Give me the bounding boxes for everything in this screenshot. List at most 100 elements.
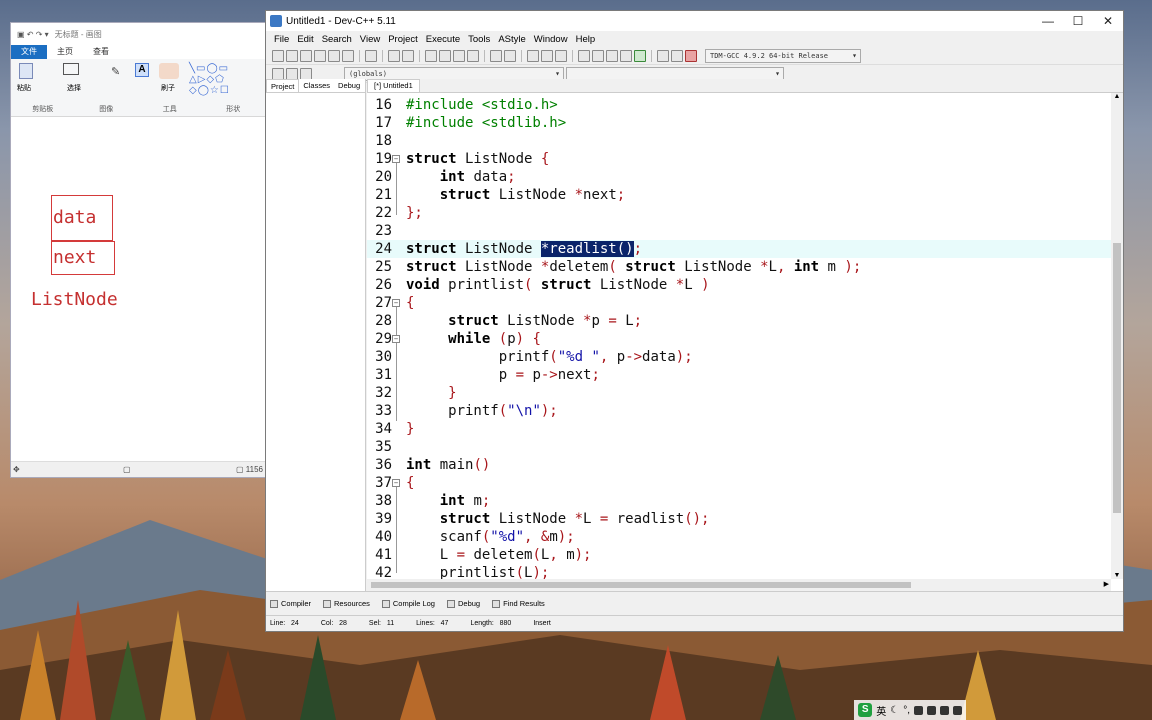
profile-icon[interactable]	[671, 49, 683, 62]
tab-file[interactable]: 文件	[11, 45, 47, 59]
horizontal-scrollbar[interactable]: ▶	[367, 579, 1111, 591]
code-line[interactable]: 40 scanf("%d", &m);	[367, 528, 1111, 546]
tab-find-results[interactable]: Find Results	[492, 599, 545, 608]
menu-execute[interactable]: Execute	[422, 34, 464, 45]
code-line[interactable]: 22};	[367, 204, 1111, 222]
code-line[interactable]: 39 struct ListNode *L = readlist();	[367, 510, 1111, 528]
find-next-icon[interactable]	[453, 49, 465, 62]
minimize-button[interactable]: —	[1033, 14, 1063, 28]
code-line[interactable]: 27−{	[367, 294, 1111, 312]
new-file-icon[interactable]	[272, 49, 284, 62]
goto-line-icon[interactable]	[467, 49, 479, 62]
code-line[interactable]: 24 struct ListNode *readlist();	[367, 240, 1111, 258]
tab-resources[interactable]: Resources	[323, 599, 370, 608]
menu-project[interactable]: Project	[384, 34, 422, 45]
paint-canvas[interactable]: data next ListNode	[11, 119, 265, 461]
print-icon[interactable]	[365, 49, 377, 62]
code-line[interactable]: 29− while (p) {	[367, 330, 1111, 348]
punctuation-icon[interactable]: °,	[903, 705, 910, 716]
code-line[interactable]: 20 int data;	[367, 168, 1111, 186]
shapes-gallery-icon[interactable]: ╲▭◯▭ △▷◇⬠ ◇◯☆☐	[189, 63, 230, 96]
menu-help[interactable]: Help	[572, 34, 600, 45]
code-line[interactable]: 19− struct ListNode {	[367, 150, 1111, 168]
code-line[interactable]: 18	[367, 132, 1111, 150]
replace-icon[interactable]	[439, 49, 451, 62]
code-line[interactable]: 33 printf("\n");	[367, 402, 1111, 420]
keyboard-icon[interactable]	[914, 705, 923, 715]
menu-tools[interactable]: Tools	[464, 34, 494, 45]
fold-toggle-icon[interactable]: −	[392, 479, 400, 487]
goto-bookmark-icon[interactable]	[541, 49, 553, 62]
save-icon[interactable]	[300, 49, 312, 62]
compile-run-icon[interactable]	[606, 49, 618, 62]
menu-edit[interactable]: Edit	[293, 34, 317, 45]
code-line[interactable]: 34}	[367, 420, 1111, 438]
code-line[interactable]: 28 struct ListNode *p = L;	[367, 312, 1111, 330]
moon-icon[interactable]: ☾	[890, 705, 899, 716]
code-line[interactable]: 21 struct ListNode *next;	[367, 186, 1111, 204]
code-line[interactable]: 25 struct ListNode *deletem( struct ListN…	[367, 258, 1111, 276]
debug-icon[interactable]	[685, 49, 697, 62]
menu-view[interactable]: View	[356, 34, 384, 45]
close-button[interactable]: ✕	[1093, 14, 1123, 28]
pencil-icon[interactable]: ✎	[111, 65, 120, 78]
vertical-scrollbar[interactable]: ▲ ▼	[1111, 93, 1123, 579]
code-line[interactable]: 38 int m;	[367, 492, 1111, 510]
ime-language[interactable]: 英	[876, 703, 886, 718]
maximize-button[interactable]: ☐	[1063, 14, 1093, 28]
menu-window[interactable]: Window	[530, 34, 572, 45]
insert-icon[interactable]	[272, 67, 284, 80]
paint-quick-access-icon[interactable]: ▣ ↶ ↷ ▾	[17, 30, 49, 39]
code-line[interactable]: 23	[367, 222, 1111, 240]
indent-icon[interactable]	[490, 49, 502, 62]
tab-debug-output[interactable]: Debug	[446, 599, 480, 608]
run-icon[interactable]	[592, 49, 604, 62]
close-file-icon[interactable]	[328, 49, 340, 62]
ime-badge[interactable]: S	[858, 703, 873, 717]
code-line[interactable]: 32 }	[367, 384, 1111, 402]
fold-toggle-icon[interactable]: −	[392, 335, 400, 343]
fold-toggle-icon[interactable]: −	[392, 155, 400, 163]
code-line[interactable]: 37−{	[367, 474, 1111, 492]
redo-icon[interactable]	[402, 49, 414, 62]
code-line[interactable]: 41 L = deletem(L, m);	[367, 546, 1111, 564]
tab-home[interactable]: 主页	[47, 45, 83, 59]
code-line[interactable]: 36 int main()	[367, 456, 1111, 474]
class-browser-icon[interactable]	[300, 67, 312, 80]
open-file-icon[interactable]	[286, 49, 298, 62]
save-all-icon[interactable]	[314, 49, 326, 62]
code-line[interactable]: 26 void printlist( struct ListNode *L )	[367, 276, 1111, 294]
code-line[interactable]: 30 printf("%d ", p->data);	[367, 348, 1111, 366]
unindent-icon[interactable]	[504, 49, 516, 62]
tab-view[interactable]: 查看	[83, 45, 119, 59]
vertical-scroll-thumb[interactable]	[1113, 243, 1121, 513]
syntax-check-icon[interactable]	[634, 49, 646, 62]
user-icon[interactable]	[927, 705, 936, 715]
fold-toggle-icon[interactable]: −	[392, 299, 400, 307]
code-line[interactable]: 35	[367, 438, 1111, 456]
tab-project[interactable]: Project	[266, 79, 300, 92]
horizontal-scroll-thumb[interactable]	[371, 582, 911, 588]
find-icon[interactable]	[425, 49, 437, 62]
menu-astyle[interactable]: AStyle	[494, 34, 529, 45]
undo-icon[interactable]	[388, 49, 400, 62]
tab-classes[interactable]: Classes	[299, 79, 334, 92]
compiler-select[interactable]: TDM-GCC 4.9.2 64-bit Release	[705, 48, 861, 63]
tab-compile-log[interactable]: Compile Log	[381, 599, 435, 608]
toggle-bookmark-icon[interactable]	[527, 49, 539, 62]
tab-debug[interactable]: Debug	[334, 79, 364, 92]
paste-icon[interactable]	[19, 63, 33, 79]
menu-file[interactable]: File	[270, 34, 293, 45]
tab-compiler[interactable]: Compiler	[270, 599, 311, 608]
stop-execution-icon[interactable]	[657, 49, 669, 62]
settings-icon[interactable]	[940, 705, 949, 715]
code-editor[interactable]: 16 #include <stdio.h> 17 #include <stdlib.h…	[367, 93, 1111, 579]
code-line[interactable]: 31 p = p->next;	[367, 366, 1111, 384]
brush-icon[interactable]	[159, 63, 179, 79]
rebuild-icon[interactable]	[620, 49, 632, 62]
select-icon[interactable]	[63, 63, 79, 75]
code-line[interactable]: 16 #include <stdio.h>	[367, 96, 1111, 114]
text-tool-icon[interactable]: A	[135, 63, 149, 77]
bookmark-back-icon[interactable]	[286, 67, 298, 80]
compile-icon[interactable]	[578, 49, 590, 62]
